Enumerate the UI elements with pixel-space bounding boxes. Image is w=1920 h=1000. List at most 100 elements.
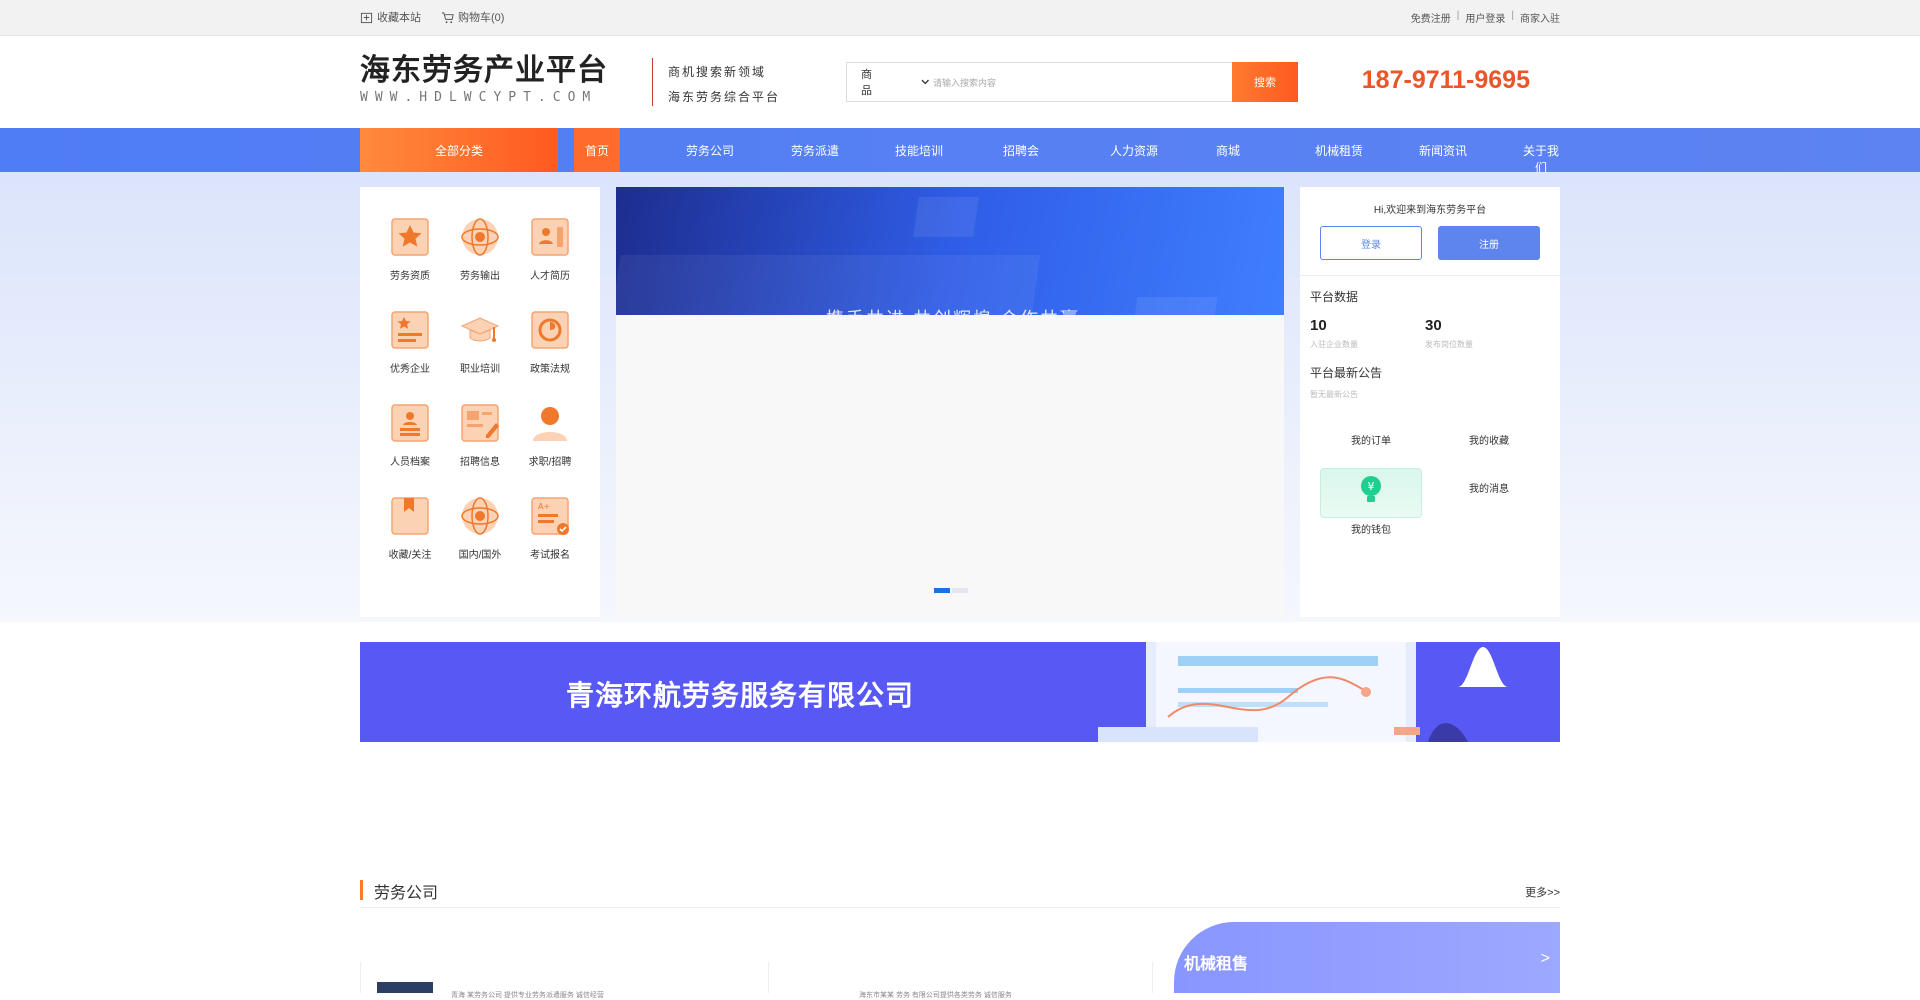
cart-link[interactable]: 购物车(0): [441, 9, 504, 25]
login-link[interactable]: 用户登录: [1465, 10, 1505, 25]
rental-title: 机械租售: [1184, 956, 1249, 973]
carousel-dot-active[interactable]: [934, 588, 950, 593]
cart-icon: [441, 11, 454, 23]
section-header: 劳务公司 更多>>: [360, 878, 1560, 908]
register-link[interactable]: 免费注册: [1411, 10, 1451, 25]
banner-caption: 携手共进 共创辉煌 合作共赢: [826, 305, 1080, 315]
category-label: 人员档案: [390, 457, 430, 468]
notice-title: 平台最新公告: [1310, 366, 1383, 380]
search-button[interactable]: 搜索: [1232, 62, 1298, 102]
merchant-link[interactable]: 商家入驻: [1520, 10, 1560, 25]
globe-icon: [461, 497, 499, 535]
category-item[interactable]: 收藏/关注: [375, 494, 445, 587]
nav-item-home[interactable]: 首页: [574, 128, 620, 172]
company-card-text: 海东市某某 劳务 有限公司提供各类劳务 诚信服务: [859, 992, 1012, 999]
nav-item[interactable]: 新闻资讯: [1419, 142, 1467, 159]
user-panel: Hi,欢迎来到海东劳务平台 登录 注册 平台数据 10 入驻企业数量 30 发布…: [1300, 187, 1560, 617]
nav-item[interactable]: 劳务公司: [686, 142, 734, 159]
category-label: 国内/国外: [458, 550, 502, 561]
carousel-dots: [934, 588, 968, 593]
nav-item[interactable]: 招聘会: [1003, 142, 1039, 159]
search-category-select[interactable]: 商 品: [847, 63, 929, 101]
category-item[interactable]: 国内/国外: [445, 494, 515, 587]
stat-number: 10: [1310, 317, 1327, 334]
stat-item: 10 入驻企业数量: [1310, 317, 1425, 350]
slogan-line-2: 海东劳务综合平台: [668, 90, 781, 104]
banner-carousel[interactable]: 携手共进 共创辉煌 合作共赢: [616, 187, 1284, 617]
divider: [1300, 275, 1560, 276]
bookmark-add-icon: [360, 12, 373, 23]
category-item[interactable]: 劳务输出: [445, 215, 515, 308]
login-button[interactable]: 登录: [1320, 226, 1422, 260]
category-item[interactable]: 劳务资质: [375, 215, 445, 308]
category-item[interactable]: 政策法规: [515, 308, 585, 401]
award-doc-icon: [391, 311, 429, 349]
category-item[interactable]: 优秀企业: [375, 308, 445, 401]
category-label: 考试报名: [530, 550, 570, 561]
welcome-greeting: Hi,欢迎来到海东劳务平台: [1373, 205, 1487, 216]
section-title: 劳务公司: [374, 885, 439, 902]
service-orders[interactable]: 我的订单: [1320, 420, 1422, 458]
carousel-dot[interactable]: [952, 588, 968, 593]
svg-text:¥: ¥: [1368, 480, 1375, 493]
globe-icon: [461, 218, 499, 256]
nav-item[interactable]: 技能培训: [895, 142, 943, 159]
svg-text:A+: A+: [538, 502, 550, 511]
collect-link[interactable]: 收藏本站: [360, 9, 421, 25]
category-item[interactable]: 招聘信息: [445, 401, 515, 494]
stat-item: 30 发布岗位数量: [1425, 317, 1540, 350]
nav-item[interactable]: 机械租赁: [1315, 142, 1363, 159]
category-label: 政策法规: [530, 364, 570, 375]
category-item[interactable]: 职业培训: [445, 308, 515, 401]
slogan: 商机搜索新领域 海东劳务综合平台: [668, 60, 780, 110]
category-item[interactable]: 人员档案: [375, 401, 445, 494]
category-label: 招聘信息: [460, 457, 500, 468]
notice-empty: 暂无最新公告: [1310, 390, 1358, 399]
star-certificate-icon: [391, 218, 429, 256]
company-card[interactable]: 海东市某某 劳务 有限公司提供各类劳务 诚信服务: [768, 962, 1152, 999]
logo-title: 海东劳务产业平台: [360, 53, 608, 88]
policy-icon: [531, 311, 569, 349]
category-item[interactable]: 求职/招聘: [515, 401, 585, 494]
category-label: 劳务资质: [390, 271, 430, 282]
company-card-text: 青海 某劳务公司 提供专业劳务派遣服务 诚信经营: [451, 992, 604, 999]
nav-item[interactable]: 人力资源: [1110, 142, 1158, 159]
rental-arrow-icon[interactable]: >: [1541, 950, 1550, 968]
all-categories-button[interactable]: 全部分类: [360, 128, 558, 172]
chevron-down-icon: [921, 79, 929, 85]
category-item[interactable]: A+ 考试报名: [515, 494, 585, 587]
company-ad-banner[interactable]: 青海环航劳务服务有限公司: [360, 642, 1560, 742]
edit-doc-icon: [461, 404, 499, 442]
money-bulb-icon: ¥: [1361, 476, 1381, 502]
service-messages[interactable]: 我的消息: [1438, 468, 1540, 506]
category-label: 优秀企业: [390, 364, 430, 375]
check-doc-icon: A+: [531, 497, 569, 535]
top-bar: 收藏本站 购物车(0) 免费注册 | 用户登录 | 商家入驻: [0, 0, 1920, 36]
register-button[interactable]: 注册: [1438, 226, 1540, 260]
slogan-line-1: 商机搜索新领域: [668, 65, 767, 79]
machine-rental-panel[interactable]: 机械租售 >: [1174, 922, 1560, 993]
service-favorites[interactable]: 我的收藏: [1438, 420, 1540, 458]
category-label: 求职/招聘: [528, 457, 572, 468]
banner-shape: [913, 197, 979, 237]
search-category-value: 商 品: [861, 69, 872, 97]
section-accent-bar: [360, 880, 363, 900]
main-nav: 全部分类 首页 劳务公司 劳务派遣 技能培训 招聘会 人力资源 商城 机械租赁 …: [0, 128, 1920, 175]
nav-item[interactable]: 商城: [1216, 142, 1240, 159]
banner-shape: [1134, 297, 1218, 315]
service-wallet[interactable]: ¥ 我的钱包: [1320, 468, 1422, 536]
category-item[interactable]: 人才简历: [515, 215, 585, 308]
ad-illustration: [1098, 642, 1508, 742]
hero-section: 劳务资质 劳务输出 人才简历优秀企业 职业培训 政策法规人员档案 招聘信息 求职/招聘收藏/…: [0, 172, 1920, 622]
logo[interactable]: 海东劳务产业平台 WWW.HDLWCYPT.COM: [360, 54, 650, 110]
category-label: 职业培训: [460, 364, 500, 375]
nav-item[interactable]: 关于我们: [1522, 142, 1560, 176]
more-link[interactable]: 更多>>: [1525, 884, 1560, 900]
collect-label: 收藏本站: [377, 12, 421, 24]
card-divider: [1152, 962, 1172, 993]
banner-slide[interactable]: 携手共进 共创辉煌 合作共赢: [616, 187, 1284, 315]
category-label: 收藏/关注: [388, 550, 432, 561]
search-input[interactable]: 请输入搜索内容: [929, 63, 1232, 101]
nav-item[interactable]: 劳务派遣: [791, 142, 839, 159]
company-card[interactable]: 青海 某劳务公司 提供专业劳务派遣服务 诚信经营: [360, 962, 744, 999]
